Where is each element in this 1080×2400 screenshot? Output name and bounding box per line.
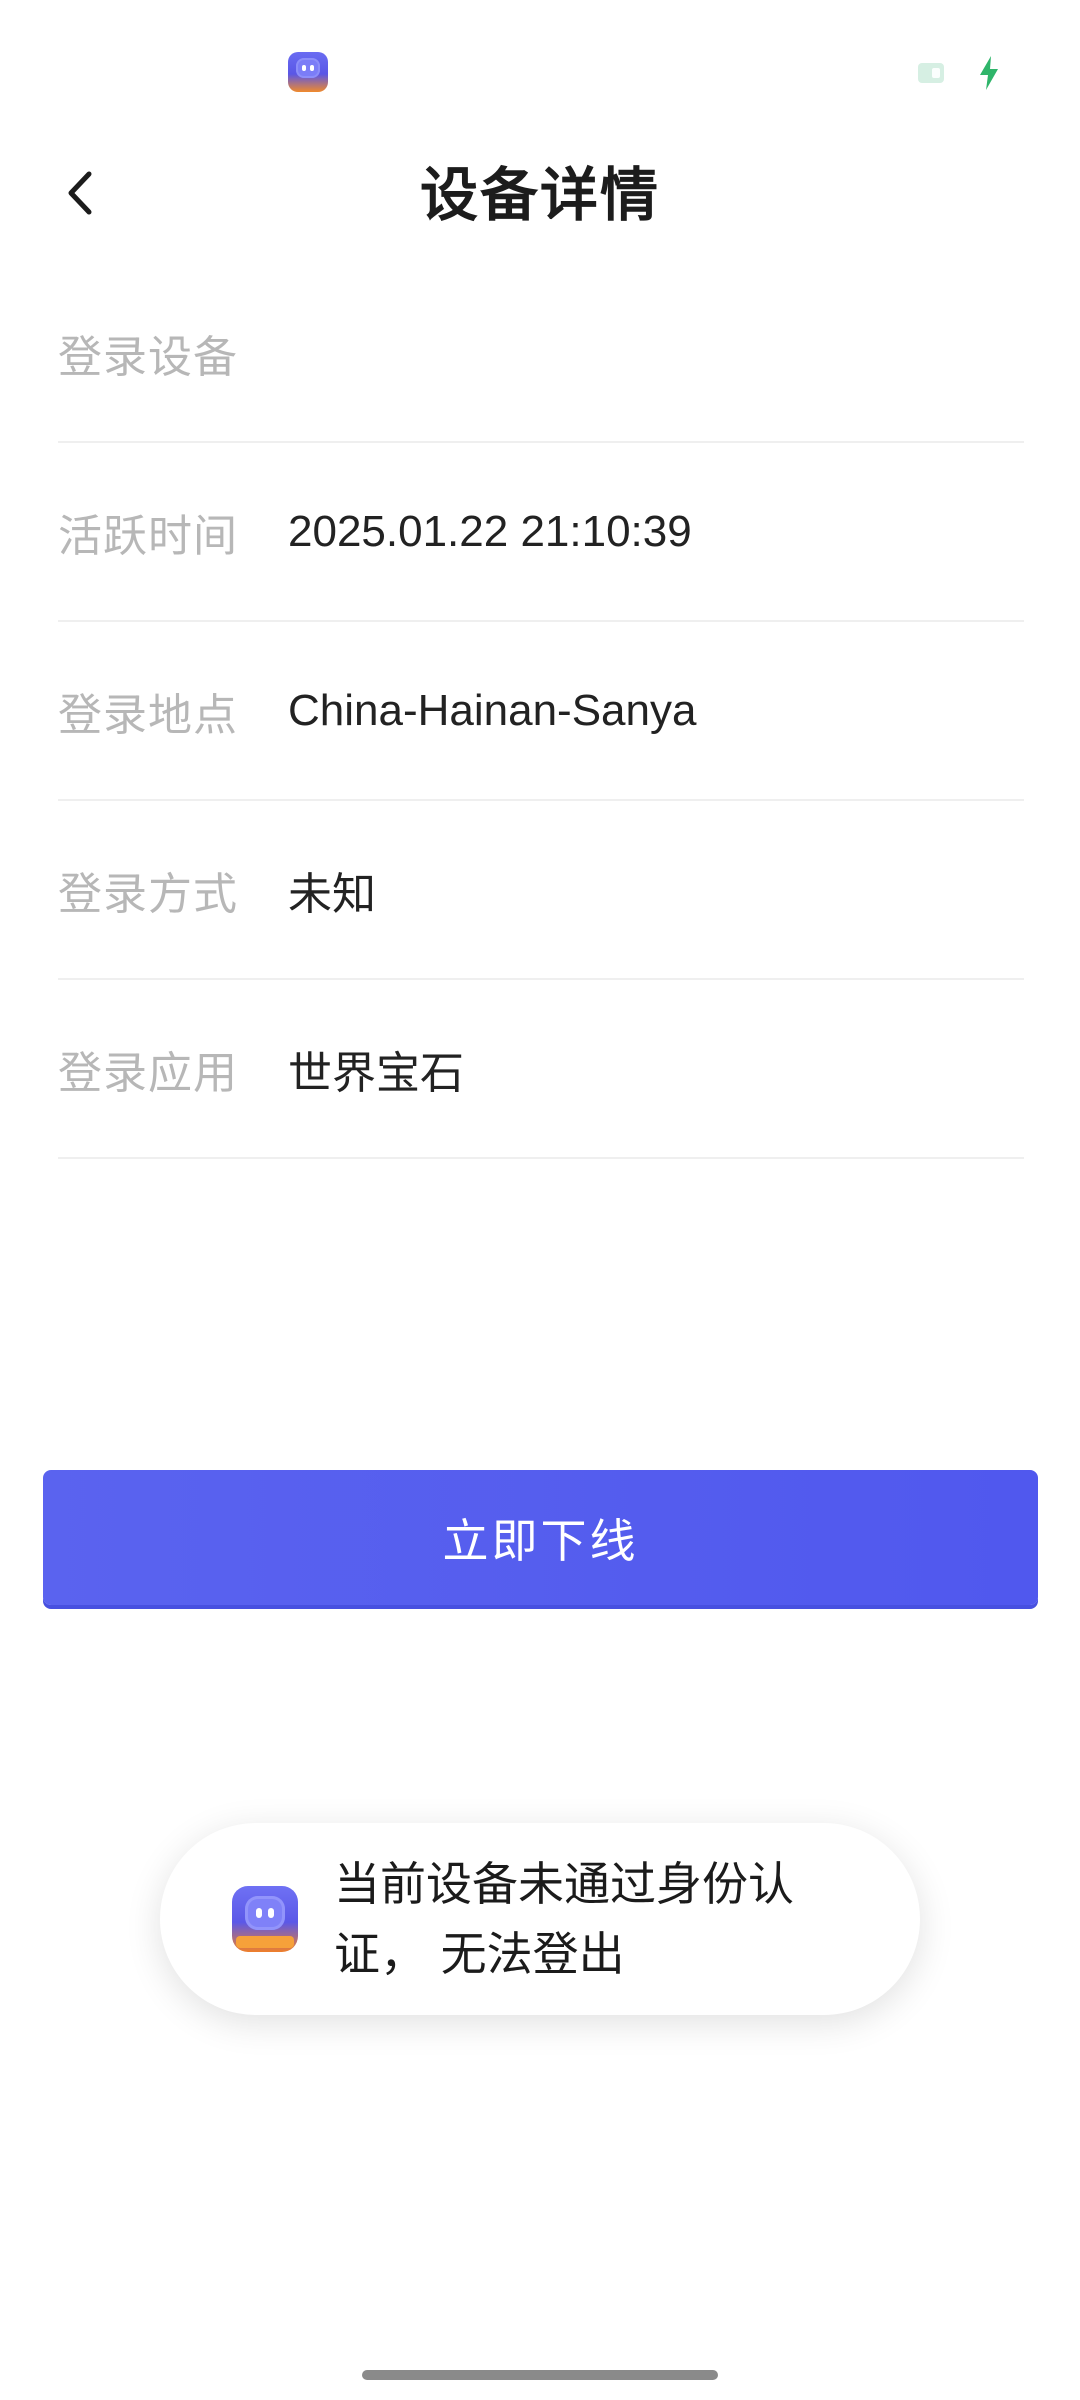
device-details-list: 登录设备 活跃时间 2025.01.22 21:10:39 登录地点 China…	[58, 264, 1024, 1159]
toast-notification: 当前设备未通过身份认证， 无法登出	[160, 1823, 920, 2015]
active-time-label: 活跃时间	[58, 510, 238, 562]
detail-row-login-method: 登录方式 未知	[58, 801, 1024, 980]
login-location-label: 登录地点	[58, 689, 238, 741]
detail-row-login-app: 登录应用 世界宝石	[58, 980, 1024, 1159]
sim-card-icon	[918, 63, 944, 83]
app-logo-icon	[288, 52, 328, 92]
login-method-label: 登录方式	[58, 868, 238, 920]
login-app-value: 世界宝石	[288, 1048, 464, 1098]
status-bar	[0, 0, 1080, 140]
toast-message: 当前设备未通过身份认证， 无法登出	[334, 1857, 794, 1981]
login-method-value: 未知	[288, 869, 376, 919]
login-app-label: 登录应用	[58, 1047, 238, 1099]
force-logout-label: 立即下线	[442, 1513, 639, 1568]
detail-row-active-time: 活跃时间 2025.01.22 21:10:39	[58, 443, 1024, 622]
login-location-value: China-Hainan-Sanya	[288, 685, 697, 735]
detail-row-login-location: 登录地点 China-Hainan-Sanya	[58, 622, 1024, 801]
login-device-label: 登录设备	[58, 331, 238, 383]
app-logo-icon	[232, 1886, 298, 1952]
force-logout-button[interactable]: 立即下线	[43, 1470, 1038, 1605]
active-time-value: 2025.01.22 21:10:39	[288, 506, 692, 556]
charging-bolt-icon	[978, 56, 1000, 90]
header: 设备详情	[0, 140, 1080, 250]
page-title: 设备详情	[419, 161, 660, 229]
home-indicator[interactable]	[362, 2370, 718, 2380]
detail-row-login-device: 登录设备	[58, 264, 1024, 443]
